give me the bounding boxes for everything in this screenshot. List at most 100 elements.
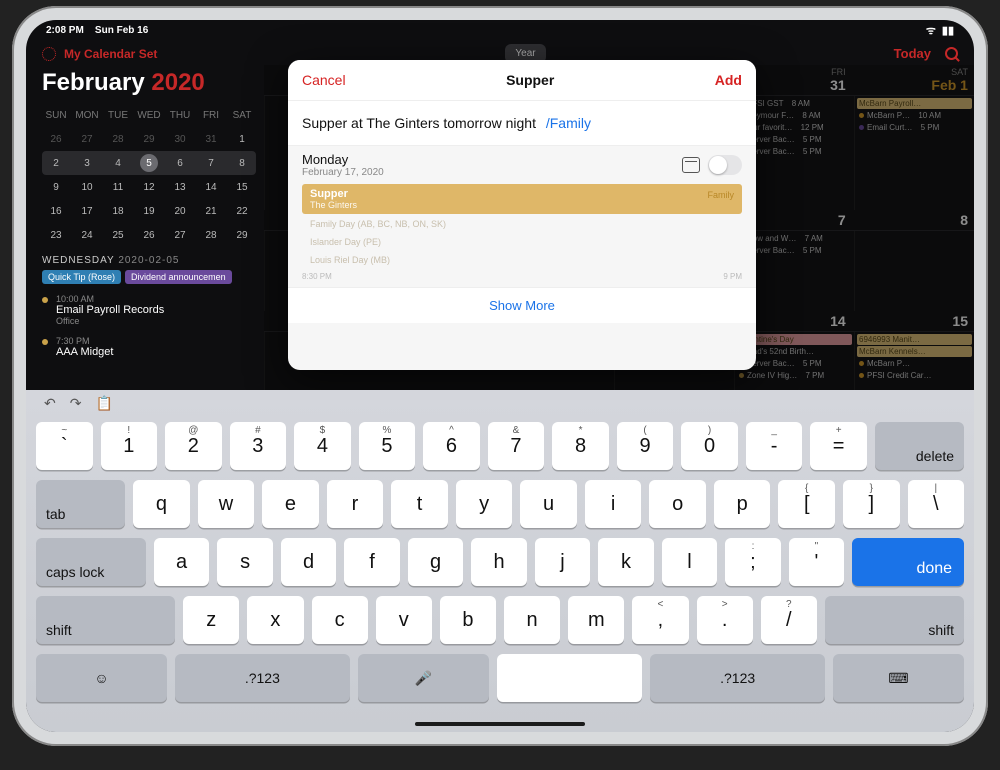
key-b[interactable]: b <box>440 596 496 644</box>
key-w[interactable]: w <box>198 480 255 528</box>
key-2[interactable]: @2 <box>165 422 222 470</box>
key-symbols-left[interactable]: .?123 <box>175 654 350 702</box>
key-a[interactable]: a <box>154 538 209 586</box>
key-semicolon[interactable]: :; <box>725 538 780 586</box>
key-backslash[interactable]: |\ <box>908 480 965 528</box>
today-button[interactable]: Today <box>894 46 931 61</box>
key-z[interactable]: z <box>183 596 239 644</box>
key-g[interactable]: g <box>408 538 463 586</box>
key-minus[interactable]: _- <box>746 422 803 470</box>
key-backtick[interactable]: ~` <box>36 422 93 470</box>
key-9[interactable]: (9 <box>617 422 674 470</box>
key-0[interactable]: )0 <box>681 422 738 470</box>
undo-icon[interactable]: ↶ <box>44 395 56 412</box>
allday-toggle[interactable] <box>708 155 742 175</box>
search-icon[interactable] <box>945 47 958 60</box>
key-1[interactable]: !1 <box>101 422 158 470</box>
key-x[interactable]: x <box>247 596 303 644</box>
calendar-set-label[interactable]: My Calendar Set <box>64 47 157 61</box>
key-dictation[interactable]: 🎤 <box>358 654 489 702</box>
redo-icon[interactable]: ↷ <box>70 395 82 412</box>
key-tab[interactable]: tab <box>36 480 125 528</box>
key-shift-right[interactable]: shift <box>825 596 964 644</box>
event-preview[interactable]: Supper The Ginters Family <box>302 184 742 214</box>
event-text-input[interactable]: Supper at The Ginters tomorrow night /Fa… <box>288 100 756 146</box>
key-6[interactable]: ^6 <box>423 422 480 470</box>
calendar-tag-token: /Family <box>540 113 597 133</box>
seg-year[interactable]: Year <box>507 46 543 61</box>
modal-title: Supper <box>506 72 554 88</box>
key-shift-left[interactable]: shift <box>36 596 175 644</box>
key-done[interactable]: done <box>852 538 964 586</box>
key-c[interactable]: c <box>312 596 368 644</box>
key-n[interactable]: n <box>504 596 560 644</box>
holiday-row: Islander Day (PE) <box>302 234 742 250</box>
key-delete[interactable]: delete <box>875 422 964 470</box>
agenda-header: WEDNESDAY 2020-02-05 <box>42 255 256 266</box>
holiday-row: Family Day (AB, BC, NB, ON, SK) <box>302 216 742 232</box>
key-comma[interactable]: <, <box>632 596 688 644</box>
key-bracket-close[interactable]: }] <box>843 480 900 528</box>
key-h[interactable]: h <box>471 538 526 586</box>
status-right: ᯤ ▮▮ <box>926 23 954 38</box>
battery-icon: ▮▮ <box>942 24 954 37</box>
clipboard-icon[interactable]: 📋 <box>95 395 112 412</box>
key-quote[interactable]: "' <box>789 538 844 586</box>
agenda-item[interactable]: 10:00 AM Email Payroll Records Office <box>42 294 256 326</box>
key-s[interactable]: s <box>217 538 272 586</box>
key-4[interactable]: $4 <box>294 422 351 470</box>
keyboard-toolbar: ↶ ↷ 📋 <box>26 390 974 416</box>
agenda-tag[interactable]: Quick Tip (Rose) <box>42 270 121 284</box>
key-i[interactable]: i <box>585 480 642 528</box>
status-date: Sun Feb 16 <box>95 25 148 36</box>
key-slash[interactable]: ?/ <box>761 596 817 644</box>
status-left: 2:08 PM Sun Feb 16 <box>46 25 148 36</box>
selected-day[interactable]: 5 <box>140 154 158 172</box>
key-j[interactable]: j <box>535 538 590 586</box>
home-indicator[interactable] <box>415 722 585 726</box>
key-capslock[interactable]: caps lock <box>36 538 146 586</box>
agenda-item[interactable]: 7:30 PM AAA Midget <box>42 336 256 358</box>
key-q[interactable]: q <box>133 480 190 528</box>
cancel-button[interactable]: Cancel <box>302 72 346 88</box>
key-p[interactable]: p <box>714 480 771 528</box>
event-date-main: Monday <box>302 152 384 167</box>
key-f[interactable]: f <box>344 538 399 586</box>
key-k[interactable]: k <box>598 538 653 586</box>
key-u[interactable]: u <box>520 480 577 528</box>
key-emoji[interactable]: ☺ <box>36 654 167 702</box>
agenda-tag[interactable]: Dividend announcemen <box>125 270 232 284</box>
status-bar: 2:08 PM Sun Feb 16 ᯤ ▮▮ <box>26 20 974 38</box>
key-t[interactable]: t <box>391 480 448 528</box>
key-5[interactable]: %5 <box>359 422 416 470</box>
time-ruler: 8:30 PM9 PM <box>288 268 756 287</box>
add-button[interactable]: Add <box>715 72 742 88</box>
key-bracket-open[interactable]: {[ <box>778 480 835 528</box>
key-space[interactable] <box>497 654 643 702</box>
key-dismiss-keyboard[interactable]: ⌨ <box>833 654 964 702</box>
calendar-icon[interactable] <box>682 157 700 173</box>
key-m[interactable]: m <box>568 596 624 644</box>
gear-icon[interactable] <box>42 47 56 61</box>
event-date-sub: February 17, 2020 <box>302 167 384 178</box>
new-event-modal: Cancel Supper Add Supper at The Ginters … <box>288 60 756 370</box>
key-8[interactable]: *8 <box>552 422 609 470</box>
event-dot-icon <box>42 339 48 345</box>
key-e[interactable]: e <box>262 480 319 528</box>
wifi-icon: ᯤ <box>926 23 936 38</box>
show-more-button[interactable]: Show More <box>288 287 756 323</box>
key-o[interactable]: o <box>649 480 706 528</box>
key-v[interactable]: v <box>376 596 432 644</box>
key-y[interactable]: y <box>456 480 513 528</box>
key-symbols-right[interactable]: .?123 <box>650 654 825 702</box>
mini-month[interactable]: SUNMONTUEWEDTHUFRISAT 2627282930311 2345… <box>42 103 256 247</box>
key-d[interactable]: d <box>281 538 336 586</box>
month-title: February 2020 <box>42 69 256 97</box>
key-7[interactable]: &7 <box>488 422 545 470</box>
key-3[interactable]: #3 <box>230 422 287 470</box>
key-period[interactable]: >. <box>697 596 753 644</box>
key-r[interactable]: r <box>327 480 384 528</box>
month-sidebar: February 2020 SUNMONTUEWEDTHUFRISAT 2627… <box>26 65 264 435</box>
key-l[interactable]: l <box>662 538 717 586</box>
key-equals[interactable]: += <box>810 422 867 470</box>
